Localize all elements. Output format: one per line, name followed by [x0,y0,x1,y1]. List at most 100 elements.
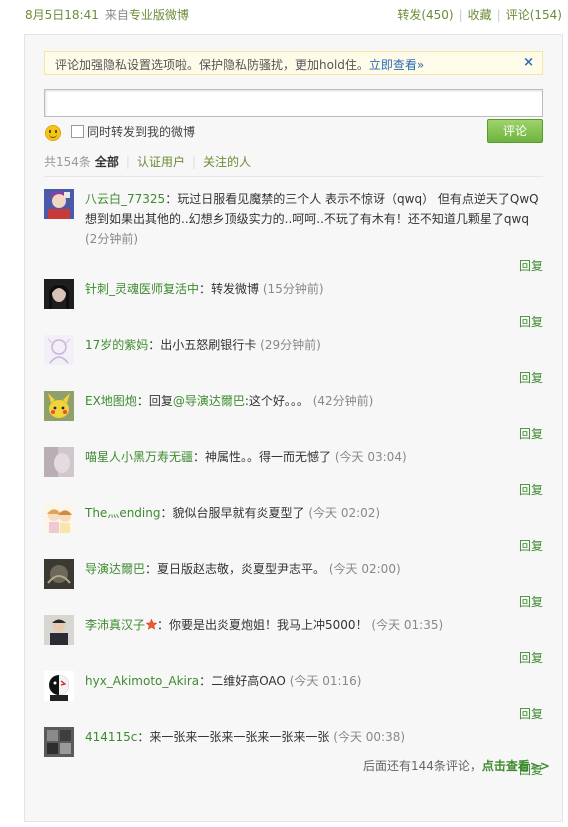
comment-item: EX地图炮：回复@导演达爾巴:这个好。。。 (42分钟前) 回复 [44,389,543,445]
comment-time: (今天 02:00) [328,562,401,576]
reply-link[interactable]: 回复 [519,481,543,498]
comment-text: 八云白_77325：玩过日服看见魔禁的三个人 表示不惊讶（qwq） 但有点逆天了… [85,189,540,249]
favorite-link[interactable]: 收藏 [468,8,492,22]
comment-author[interactable]: 八云白_77325 [85,192,165,206]
avatar[interactable] [44,391,74,421]
source-link[interactable]: 专业版微博 [129,8,189,22]
repost-checkbox[interactable] [71,125,84,138]
comment-author[interactable]: 17岁的紫妈 [85,338,148,352]
reply-link[interactable]: 回复 [519,649,543,666]
comment-reply-prefix: 回复 [148,394,173,408]
comment-colon: ： [157,618,170,632]
submit-comment-button[interactable]: 评论 [487,119,543,143]
comment-body: 夏日版赵志敬，炎夏型尹志平。 [157,562,326,576]
avatar[interactable] [44,615,74,645]
comment-author[interactable]: The灬ending [85,506,160,520]
comment-text: hyx_Akimoto_Akira：二维好高OAO (今天 01:16) [85,671,540,691]
close-icon[interactable]: × [523,55,534,70]
action-separator: | [496,8,501,22]
comment-text: EX地图炮：回复@导演达爾巴:这个好。。。 (42分钟前) [85,391,540,411]
comment-author[interactable]: EX地图炮 [85,394,137,408]
comment-body: 转发微博 [211,282,260,296]
weibo-meta-bar: 8月5日18:41 来自专业版微博 转发(450) | 收藏 | 评论(154) [0,0,568,30]
avatar[interactable] [44,279,74,309]
comment-colon: ： [136,394,149,408]
comment-time: (今天 03:04) [334,450,407,464]
comment-text: 针刺_灵魂医师复活中：转发微博 (15分钟前) [85,279,540,299]
comment-item: 针刺_灵魂医师复活中：转发微博 (15分钟前) 回复 [44,277,543,333]
comment-item: 八云白_77325：玩过日服看见魔禁的三个人 表示不惊讶（qwq） 但有点逆天了… [44,187,543,277]
comment-item: 李沛真汉子 ：你要是出炎夏炮姐！我马上冲5000！ (今天 01:35) 回复 [44,613,543,669]
comment-body: 出小五怒刷银行卡 [160,338,257,352]
avatar[interactable] [44,671,74,701]
filter-following[interactable]: 关注的人 [203,155,251,169]
filter-all[interactable]: 全部 [95,155,119,169]
avatar[interactable] [44,447,74,477]
repost-link[interactable]: 转发(450) [397,8,453,22]
filter-verified[interactable]: 认证用户 [137,155,185,169]
comment-author[interactable]: hyx_Akimoto_Akira [85,674,199,688]
comment-link[interactable]: 评论(154) [506,8,562,22]
view-more-link[interactable]: 点击查看>> [482,759,550,773]
post-time-link[interactable]: 8月5日18:41 [25,8,99,22]
reply-link[interactable]: 回复 [519,593,543,610]
reply-link[interactable]: 回复 [519,313,543,330]
comment-colon: ： [148,338,161,352]
comment-colon: ： [165,192,178,206]
comment-time: (今天 01:35) [371,618,444,632]
comment-body: 二维好高OAO [211,674,286,688]
action-separator: | [458,8,463,22]
comment-colon: ： [145,562,158,576]
filter-separator: | [125,155,130,169]
comment-text: 导演达爾巴：夏日版赵志敬，炎夏型尹志平。 (今天 02:00) [85,559,540,579]
reply-link[interactable]: 回复 [519,537,543,554]
emoticon-icon[interactable] [45,125,61,141]
from-prefix: 来自 [104,8,129,22]
comment-colon: ： [160,506,173,520]
comment-time: (29分钟前) [260,338,321,352]
mention-link[interactable]: @导演达爾巴 [173,394,245,408]
filter-separator: | [191,155,197,169]
post-meta: 8月5日18:41 来自专业版微博 [25,6,189,23]
comment-author[interactable]: 喵星人小黑万寿无疆 [85,450,193,464]
comment-input[interactable] [44,89,543,117]
avatar[interactable] [44,335,74,365]
avatar[interactable] [44,559,74,589]
repost-checkbox-label[interactable]: 同时转发到我的微博 [87,123,195,140]
avatar[interactable] [44,727,74,757]
comment-text: 喵星人小黑万寿无疆：神属性。。得一而无憾了 (今天 03:04) [85,447,540,467]
avatar[interactable] [44,189,74,219]
avatar[interactable] [44,503,74,533]
comment-item: 17岁的紫妈：出小五怒刷银行卡 (29分钟前) 回复 [44,333,543,389]
comment-time: (2分钟前) [85,232,138,246]
divider [44,176,543,177]
comment-author[interactable]: 414115c [85,730,137,744]
comment-filters: 共154条 全部 | 认证用户 | 关注的人 [44,153,251,170]
reply-link[interactable]: 回复 [519,257,543,274]
comment-author[interactable]: 针刺_灵魂医师复活中 [85,282,199,296]
notice-view-link[interactable]: 立即查看» [369,58,424,72]
comment-time: (42分钟前) [312,394,374,408]
comment-body: :这个好。。。 [244,394,309,408]
comment-count: 共154条 [44,155,91,169]
comment-author[interactable]: 李沛真汉子 [85,618,145,632]
comment-author[interactable]: 导演达爾巴 [85,562,145,576]
reply-link[interactable]: 回复 [519,425,543,442]
comment-body: 来一张来一张来一张来一张来一张 [149,730,330,744]
comment-colon: ： [193,450,206,464]
reply-link[interactable]: 回复 [519,705,543,722]
comment-colon: ： [199,282,212,296]
comment-time: (15分钟前) [262,282,324,296]
comment-item: The灬ending：貌似台服早就有炎夏型了 (今天 02:02) 回复 [44,501,543,557]
comment-text: The灬ending：貌似台服早就有炎夏型了 (今天 02:02) [85,503,540,523]
vip-star-icon [146,619,158,630]
comment-text: 414115c：来一张来一张来一张来一张来一张 (今天 00:38) [85,727,540,747]
reply-link[interactable]: 回复 [519,369,543,386]
comment-list: 八云白_77325：玩过日服看见魔禁的三个人 表示不惊讶（qwq） 但有点逆天了… [44,187,543,781]
comment-time: (今天 01:16) [289,674,362,688]
comment-body: 貌似台服早就有炎夏型了 [172,506,305,520]
post-actions: 转发(450) | 收藏 | 评论(154) [397,6,562,23]
comment-item: 喵星人小黑万寿无疆：神属性。。得一而无憾了 (今天 03:04) 回复 [44,445,543,501]
remaining-count: 后面还有144条评论， [362,759,482,773]
comment-item: 导演达爾巴：夏日版赵志敬，炎夏型尹志平。 (今天 02:00) 回复 [44,557,543,613]
